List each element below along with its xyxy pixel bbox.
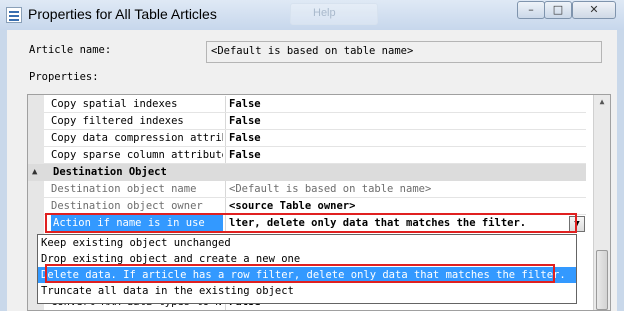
- properties-label: Properties:: [29, 71, 99, 83]
- dropdown-option[interactable]: Truncate all data in the existing object: [38, 283, 576, 299]
- column-divider: [225, 215, 226, 232]
- category-destination-object[interactable]: ▲ Destination Object: [28, 164, 586, 181]
- property-name: Copy sparse column attribute: [51, 149, 223, 161]
- property-value[interactable]: False: [227, 113, 587, 129]
- property-name: Copy data compression attribu: [51, 132, 223, 144]
- property-name: Copy filtered indexes: [51, 115, 184, 127]
- background-tab-label: Help: [313, 7, 336, 19]
- vertical-scrollbar[interactable]: ▲: [593, 95, 610, 310]
- property-name: Destination object name: [51, 183, 197, 195]
- property-name: Destination object owner: [51, 200, 203, 212]
- background-window-tab: Help: [290, 3, 378, 25]
- property-row[interactable]: Copy spatial indexes False: [28, 96, 586, 113]
- scrollbar-thumb[interactable]: [596, 250, 608, 310]
- property-row-action-if-name-in-use[interactable]: Action if name is in use lter, delete on…: [28, 215, 586, 232]
- properties-window-icon: [6, 7, 22, 23]
- property-row[interactable]: Copy data compression attribu False: [28, 130, 586, 147]
- collapse-toggle-icon[interactable]: ▲: [32, 164, 37, 181]
- dropdown-option-selected[interactable]: Delete data. If article has a row filter…: [38, 267, 576, 283]
- minimize-button[interactable]: –: [517, 1, 545, 19]
- property-row[interactable]: Copy sparse column attribute False: [28, 147, 586, 164]
- property-name-selected: Action if name is in use: [51, 215, 223, 231]
- property-value[interactable]: <Default is based on table name>: [227, 181, 587, 197]
- title-bar: Properties for All Table Articles Help –…: [0, 0, 624, 30]
- action-dropdown-list[interactable]: Keep existing object unchanged Drop exis…: [37, 234, 577, 304]
- property-row[interactable]: Destination object name <Default is base…: [28, 181, 586, 198]
- property-row[interactable]: Destination object owner <source Table o…: [28, 198, 586, 215]
- property-row[interactable]: Copy filtered indexes False: [28, 113, 586, 130]
- column-divider: [225, 96, 226, 113]
- property-value[interactable]: False: [227, 96, 587, 112]
- property-value[interactable]: <source Table owner>: [227, 198, 587, 214]
- article-name-label: Article name:: [29, 44, 112, 56]
- action-value-combobox[interactable]: lter, delete only data that matches the …: [227, 215, 569, 231]
- column-divider: [225, 147, 226, 164]
- property-name: Copy spatial indexes: [51, 98, 178, 110]
- dropdown-option[interactable]: Drop existing object and create a new on…: [38, 251, 576, 267]
- scroll-up-icon[interactable]: ▲: [596, 97, 608, 109]
- column-divider: [225, 181, 226, 198]
- column-divider: [225, 198, 226, 215]
- property-value[interactable]: False: [227, 130, 587, 146]
- close-button[interactable]: ✕: [572, 1, 616, 19]
- column-divider: [225, 130, 226, 147]
- category-label: Destination Object: [53, 166, 167, 178]
- article-name-field[interactable]: <Default is based on table name>: [206, 41, 602, 63]
- property-value[interactable]: False: [227, 147, 587, 163]
- window-title: Properties for All Table Articles: [28, 6, 217, 22]
- dropdown-option[interactable]: Keep existing object unchanged: [38, 235, 576, 251]
- maximize-button[interactable]: □: [544, 1, 572, 19]
- dropdown-arrow-icon[interactable]: ▼: [569, 216, 585, 232]
- column-divider: [225, 113, 226, 130]
